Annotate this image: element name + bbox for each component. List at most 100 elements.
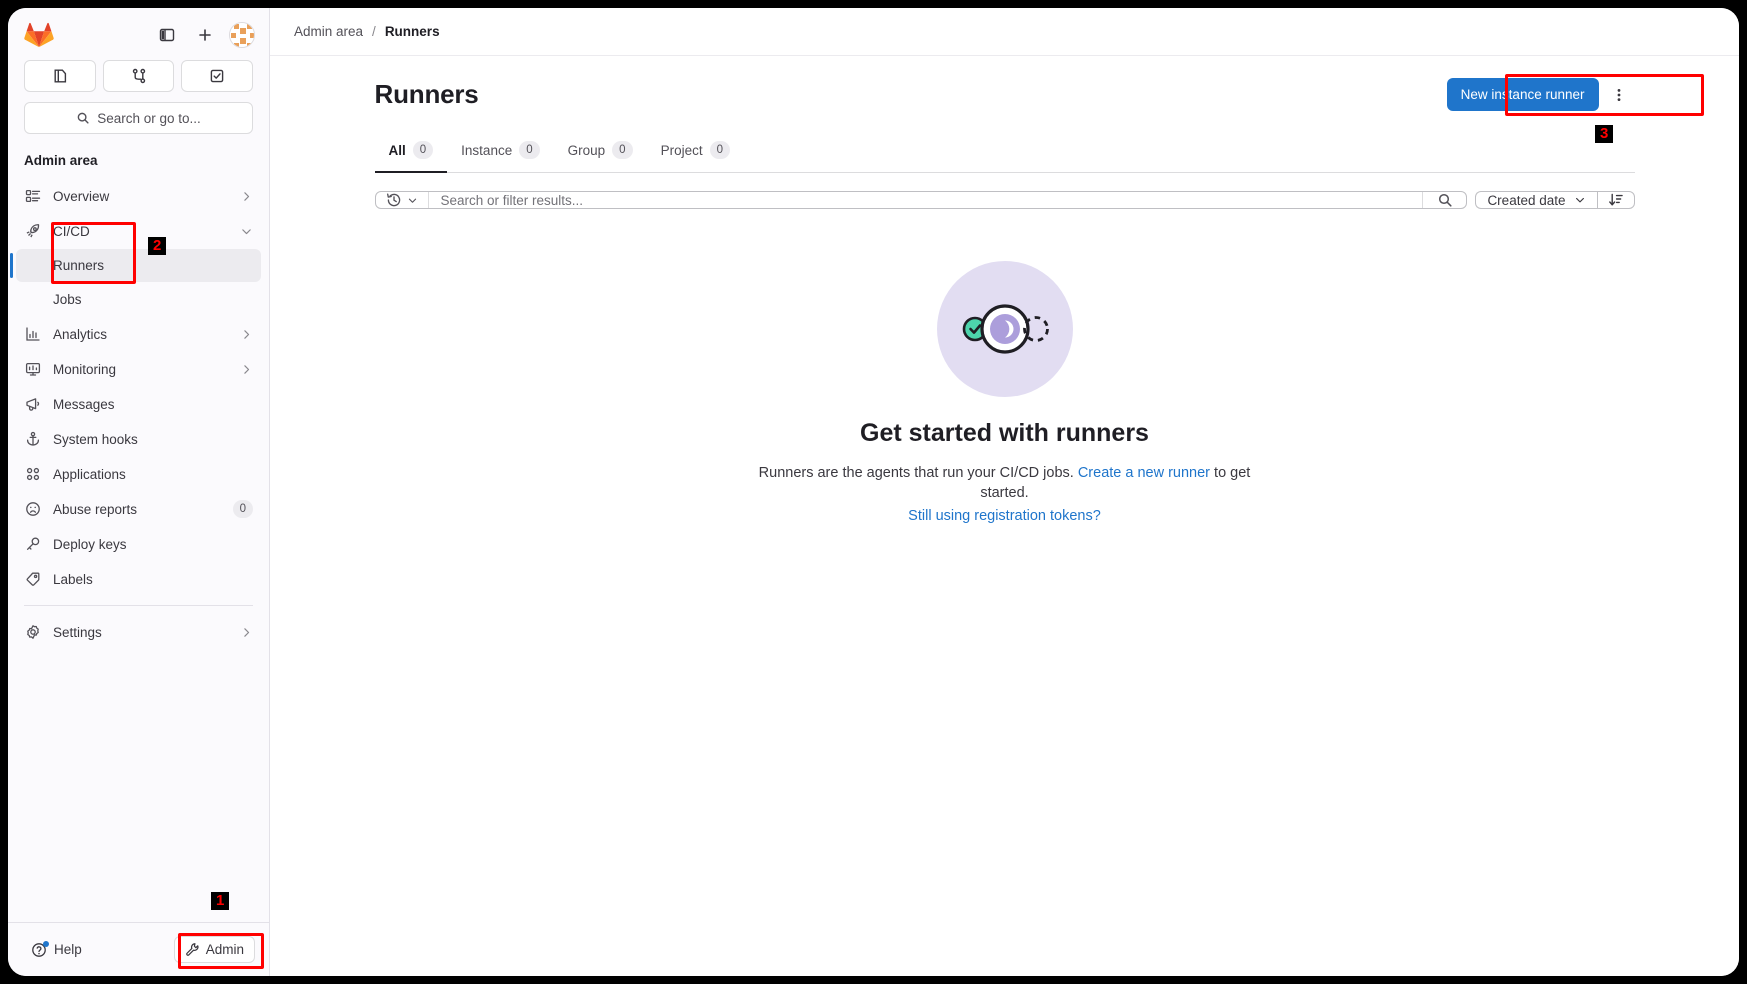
help-label: Help — [54, 942, 82, 957]
breadcrumb-current[interactable]: Runners — [385, 24, 440, 39]
page-content: Runners New instance runner All 0 Instan… — [270, 56, 1739, 976]
history-icon — [386, 193, 400, 207]
user-avatar[interactable] — [229, 22, 255, 48]
help-button[interactable]: Help — [24, 937, 89, 963]
chart-icon — [25, 326, 41, 342]
sidebar-item-applications[interactable]: Applications — [16, 457, 261, 491]
chevron-right-icon — [240, 328, 253, 341]
app-window: Search or go to... Admin area Overview C… — [8, 8, 1739, 976]
more-actions-icon[interactable] — [1603, 79, 1635, 111]
sort-direction-button[interactable] — [1596, 191, 1635, 209]
question-circle-icon — [31, 940, 49, 958]
sidebar-item-label: CI/CD — [53, 223, 90, 239]
sidebar-item-settings[interactable]: Settings — [16, 615, 261, 649]
tab-label: All — [388, 142, 406, 158]
anchor-icon — [25, 431, 41, 447]
sidebar-context-label: Admin area — [24, 153, 98, 168]
sidebar-item-analytics[interactable]: Analytics — [16, 317, 261, 351]
frown-icon — [25, 501, 41, 517]
tab-label: Group — [567, 142, 606, 158]
page-header-actions: New instance runner — [1446, 78, 1635, 111]
avatar-identicon — [230, 23, 254, 47]
breadcrumb-root[interactable]: Admin area — [294, 24, 363, 39]
search-placeholder-text: Search or go to... — [97, 110, 201, 126]
sort-field-dropdown[interactable]: Created date — [1475, 191, 1597, 209]
chevron-down-icon — [1575, 197, 1584, 203]
key-icon — [25, 536, 41, 552]
registration-tokens-link[interactable]: Still using registration tokens? — [908, 508, 1101, 524]
page-title: Runners — [374, 79, 479, 109]
sidebar-divider — [24, 605, 253, 606]
sidebar-item-labels[interactable]: Labels — [16, 562, 261, 596]
chevron-down-icon — [408, 198, 416, 203]
applications-icon — [25, 466, 41, 482]
sort-field-value: Created date — [1487, 192, 1566, 208]
empty-state-description: Runners are the agents that run your CI/… — [752, 464, 1257, 503]
tab-instance[interactable]: Instance 0 — [447, 131, 553, 173]
sidebar-item-label: Labels — [53, 571, 93, 587]
label-icon — [25, 571, 41, 587]
tab-count: 0 — [412, 141, 434, 159]
tab-count: 0 — [709, 141, 730, 159]
tab-label: Project — [660, 142, 703, 158]
gitlab-logo[interactable] — [24, 20, 54, 50]
tab-group[interactable]: Group 0 — [554, 131, 647, 173]
sidebar-item-label: Abuse reports — [53, 501, 138, 517]
chevron-right-icon — [240, 363, 253, 376]
new-instance-runner-button[interactable]: New instance runner — [1446, 78, 1599, 111]
plus-icon[interactable] — [191, 21, 219, 49]
filtered-search-bar — [374, 191, 1468, 209]
sidebar-item-deploy-keys[interactable]: Deploy keys — [16, 527, 261, 561]
sidebar-item-label: Applications — [53, 466, 126, 482]
sidebar-item-abuse-reports[interactable]: Abuse reports 0 — [16, 492, 261, 526]
tab-count: 0 — [612, 141, 633, 159]
sidebar-item-messages[interactable]: Messages — [16, 387, 261, 421]
admin-button[interactable]: Admin — [173, 936, 255, 963]
sidebar-item-cicd[interactable]: CI/CD — [16, 214, 261, 248]
chevron-down-icon — [240, 225, 253, 238]
page-header: Runners New instance runner — [375, 56, 1635, 113]
sidebar: Search or go to... Admin area Overview C… — [8, 8, 270, 976]
empty-state-title: Get started with runners — [860, 419, 1149, 447]
help-notification-dot — [43, 940, 49, 947]
sidebar-top-bar — [8, 8, 269, 56]
wrench-icon — [185, 942, 200, 957]
sidebar-subitem-runners[interactable]: Runners — [10, 249, 261, 282]
tab-project[interactable]: Project 0 — [647, 131, 744, 173]
sidebar-item-label: Monitoring — [53, 361, 117, 377]
todos-icon[interactable] — [181, 60, 254, 92]
gitlab-logo-icon — [24, 22, 54, 48]
sort-controls: Created date — [1475, 191, 1635, 209]
search-filter-input[interactable] — [428, 192, 1423, 208]
search-submit-button[interactable] — [1422, 192, 1466, 208]
sidebar-item-monitoring[interactable]: Monitoring — [16, 352, 261, 386]
sidebar-subitem-jobs[interactable]: Jobs — [16, 283, 261, 316]
merge-requests-icon[interactable] — [102, 60, 175, 92]
sidebar-top-icons — [153, 21, 255, 49]
sidebar-item-label: Settings — [53, 624, 102, 640]
search-icon — [77, 112, 89, 124]
tab-count: 0 — [519, 141, 540, 159]
monitor-icon — [25, 361, 41, 377]
create-new-runner-link[interactable]: Create a new runner — [1078, 465, 1210, 481]
breadcrumb-separator: / — [372, 24, 376, 39]
search-input[interactable]: Search or go to... — [24, 102, 253, 134]
empty-state: Get started with runners Runners are the… — [375, 209, 1635, 525]
issues-icon[interactable] — [24, 60, 96, 92]
sort-descending-icon — [1608, 193, 1623, 206]
sidebar-subitem-label: Jobs — [53, 292, 82, 307]
sidebar-bottom-bar: Help Admin — [8, 922, 269, 976]
megaphone-icon — [25, 396, 41, 412]
sidebar-toggle-icon[interactable] — [153, 21, 181, 49]
search-history-dropdown[interactable] — [376, 192, 429, 208]
sidebar-item-label: Overview — [53, 188, 110, 204]
sidebar-item-label: System hooks — [53, 431, 138, 447]
chevron-right-icon — [240, 626, 253, 639]
runner-scope-tabs: All 0 Instance 0 Group 0 Project 0 — [374, 131, 1635, 173]
sidebar-item-badge: 0 — [232, 500, 253, 518]
sidebar-item-system-hooks[interactable]: System hooks — [16, 422, 261, 456]
sidebar-nav: Admin area Overview CI/CD Runners Jobs A… — [8, 144, 269, 922]
tab-all[interactable]: All 0 — [374, 131, 448, 173]
main-area: Admin area / Runners Runners New instanc… — [270, 8, 1739, 976]
sidebar-item-overview[interactable]: Overview — [16, 179, 261, 213]
